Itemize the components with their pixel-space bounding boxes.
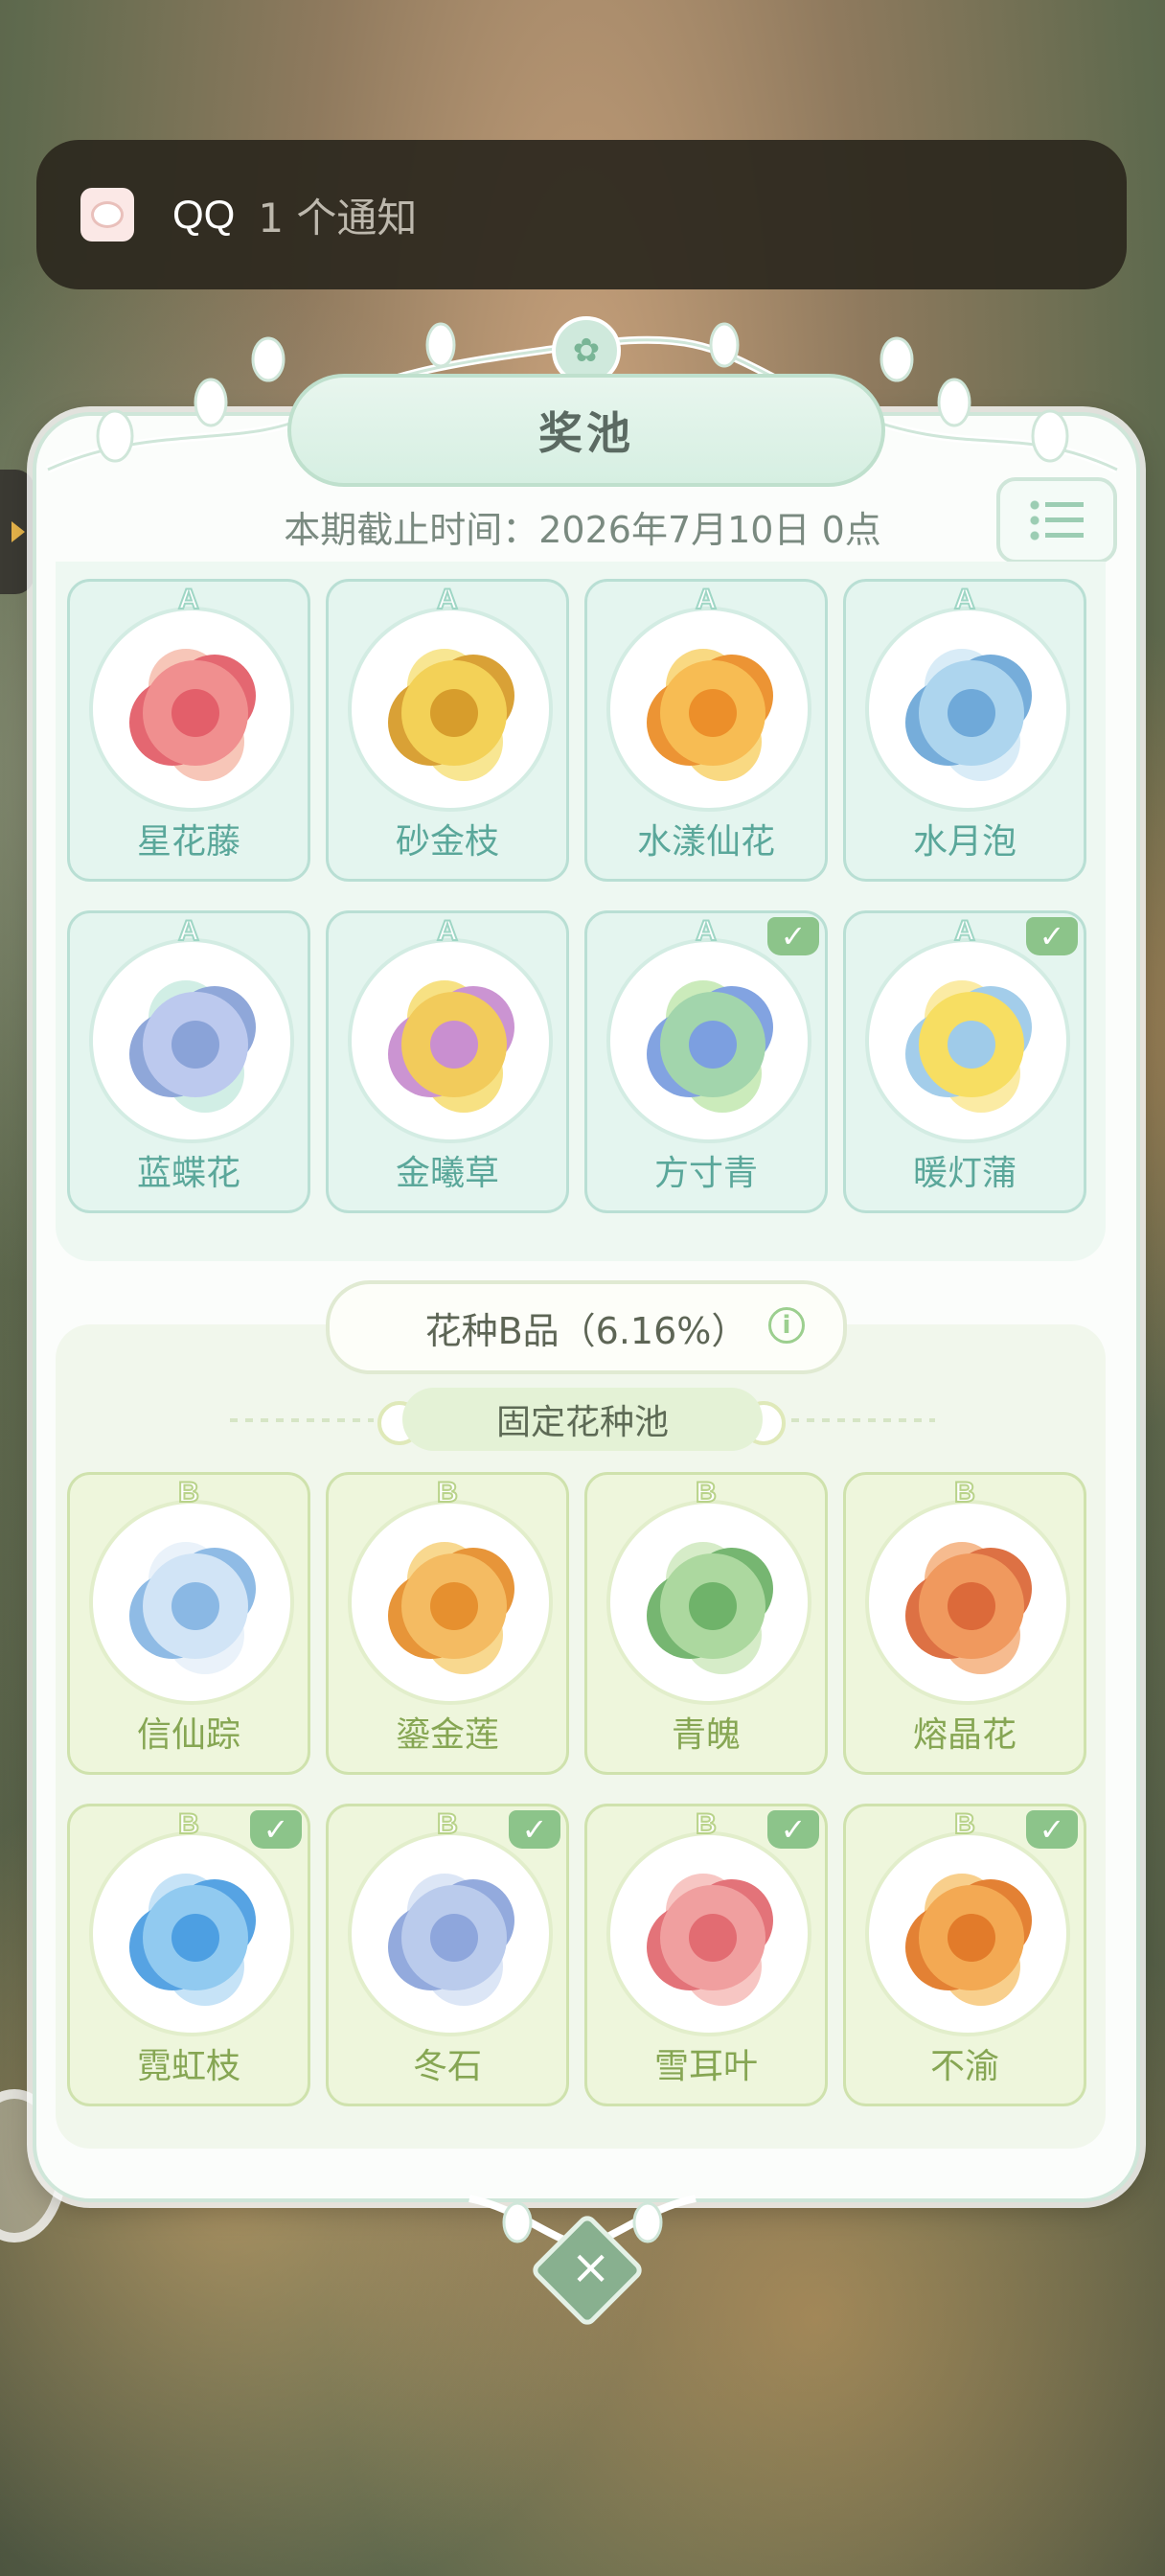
flower-icon — [122, 971, 269, 1118]
flower-card[interactable]: B 熔晶花 — [843, 1472, 1086, 1775]
fixed-pool-label: 固定花种池 — [402, 1388, 763, 1451]
flower-frame — [606, 1831, 811, 2036]
deadline-text: 本期截止时间：2026年7月10日 0点 — [284, 509, 881, 551]
collected-check-icon: ✓ — [509, 1810, 560, 1849]
flower-card[interactable]: A 暖灯蒲 ✓ — [843, 910, 1086, 1213]
flower-card[interactable]: A 砂金枝 — [326, 579, 569, 882]
flower-card[interactable]: B 霓虹枝 ✓ — [67, 1804, 310, 2106]
flower-name: 雪耳叶 — [653, 2047, 758, 2086]
grade-b-header-label: 花种B品（6.16%） — [424, 1309, 748, 1352]
flower-icon — [639, 971, 787, 1118]
flower-name: 霓虹枝 — [136, 2047, 240, 2086]
flower-frame — [865, 607, 1070, 812]
flower-icon — [380, 639, 528, 787]
flower-icon — [898, 1864, 1045, 2012]
grade-badge: A — [695, 583, 718, 616]
flower-name: 方寸青 — [653, 1154, 758, 1193]
collected-check-icon: ✓ — [1026, 917, 1078, 955]
grade-badge: A — [177, 583, 200, 616]
flower-frame — [865, 1500, 1070, 1705]
flower-card[interactable]: A 水月泡 — [843, 579, 1086, 882]
collected-check-icon: ✓ — [767, 1810, 819, 1849]
panel-title: 奖池 — [538, 407, 634, 459]
list-icon — [1030, 498, 1084, 542]
flower-frame — [865, 938, 1070, 1143]
flower-icon — [380, 1864, 528, 2012]
flower-frame — [865, 1831, 1070, 2036]
flower-icon — [898, 639, 1045, 787]
flower-name: 熔晶花 — [912, 1715, 1017, 1755]
flower-card[interactable]: A 水漾仙花 — [584, 579, 828, 882]
flower-icon — [639, 1864, 787, 2012]
grade-badge: B — [953, 1476, 976, 1509]
flower-icon — [639, 639, 787, 787]
flower-card[interactable]: B 鎏金莲 — [326, 1472, 569, 1775]
notification-app-name: QQ — [172, 192, 236, 237]
grade-badge: A — [177, 914, 200, 948]
flower-frame — [348, 1500, 553, 1705]
flower-card[interactable]: A 蓝蝶花 — [67, 910, 310, 1213]
divider-dots-right — [791, 1418, 935, 1422]
grade-b-header: 花种B品（6.16%） i — [326, 1280, 847, 1374]
flower-card[interactable]: A 方寸青 ✓ — [584, 910, 828, 1213]
flower-icon — [639, 1532, 787, 1680]
flower-name: 鎏金莲 — [395, 1715, 499, 1755]
grade-badge: B — [695, 1476, 718, 1509]
collected-check-icon: ✓ — [767, 917, 819, 955]
collected-check-icon: ✓ — [250, 1810, 302, 1849]
flower-card[interactable]: B 青魄 — [584, 1472, 828, 1775]
notification-count-text: 1 个通知 — [258, 194, 418, 242]
flower-name: 不渝 — [929, 2047, 999, 2086]
flower-frame — [606, 607, 811, 812]
grade-badge: B — [436, 1476, 459, 1509]
divider-dots-left — [230, 1418, 374, 1422]
flower-icon — [122, 639, 269, 787]
flower-name: 信仙踪 — [136, 1715, 240, 1755]
flower-frame — [606, 938, 811, 1143]
flower-card[interactable]: A 星花藤 — [67, 579, 310, 882]
flower-frame — [89, 1500, 294, 1705]
grade-badge: A — [436, 914, 459, 948]
flower-name: 砂金枝 — [395, 822, 499, 862]
flower-card[interactable]: B 信仙踪 — [67, 1472, 310, 1775]
flower-name: 水漾仙花 — [636, 822, 775, 862]
flower-icon — [898, 971, 1045, 1118]
flower-card[interactable]: B 冬石 ✓ — [326, 1804, 569, 2106]
grade-badge: B — [177, 1476, 200, 1509]
flower-card[interactable]: A 金曦草 — [326, 910, 569, 1213]
collected-check-icon: ✓ — [1026, 1810, 1078, 1849]
qq-app-icon — [80, 188, 134, 242]
grade-badge: A — [436, 583, 459, 616]
close-icon: × — [570, 2239, 611, 2295]
flower-icon — [380, 971, 528, 1118]
flower-name: 金曦草 — [395, 1154, 499, 1193]
grade-badge: A — [953, 583, 976, 616]
flower-frame — [348, 1831, 553, 2036]
flower-name: 青魄 — [671, 1715, 741, 1755]
flower-card[interactable]: B 不渝 ✓ — [843, 1804, 1086, 2106]
flower-frame — [89, 1831, 294, 2036]
flower-name: 冬石 — [412, 2047, 482, 2086]
flower-name: 星花藤 — [136, 822, 240, 862]
flower-card[interactable]: B 雪耳叶 ✓ — [584, 1804, 828, 2106]
flower-name: 水月泡 — [912, 822, 1017, 862]
info-icon[interactable]: i — [768, 1307, 805, 1344]
flower-frame — [348, 607, 553, 812]
qq-notification-banner[interactable]: QQ 1 个通知 — [36, 140, 1127, 289]
flower-icon — [380, 1532, 528, 1680]
flower-frame — [89, 607, 294, 812]
flower-frame — [348, 938, 553, 1143]
list-button[interactable] — [996, 477, 1117, 564]
flower-name: 蓝蝶花 — [136, 1154, 240, 1193]
flower-icon — [122, 1532, 269, 1680]
title-plate: 奖池 — [287, 374, 885, 487]
flower-frame — [606, 1500, 811, 1705]
flower-frame — [89, 938, 294, 1143]
flower-icon — [122, 1864, 269, 2012]
flower-name: 暖灯蒲 — [912, 1154, 1017, 1193]
flower-icon — [898, 1532, 1045, 1680]
